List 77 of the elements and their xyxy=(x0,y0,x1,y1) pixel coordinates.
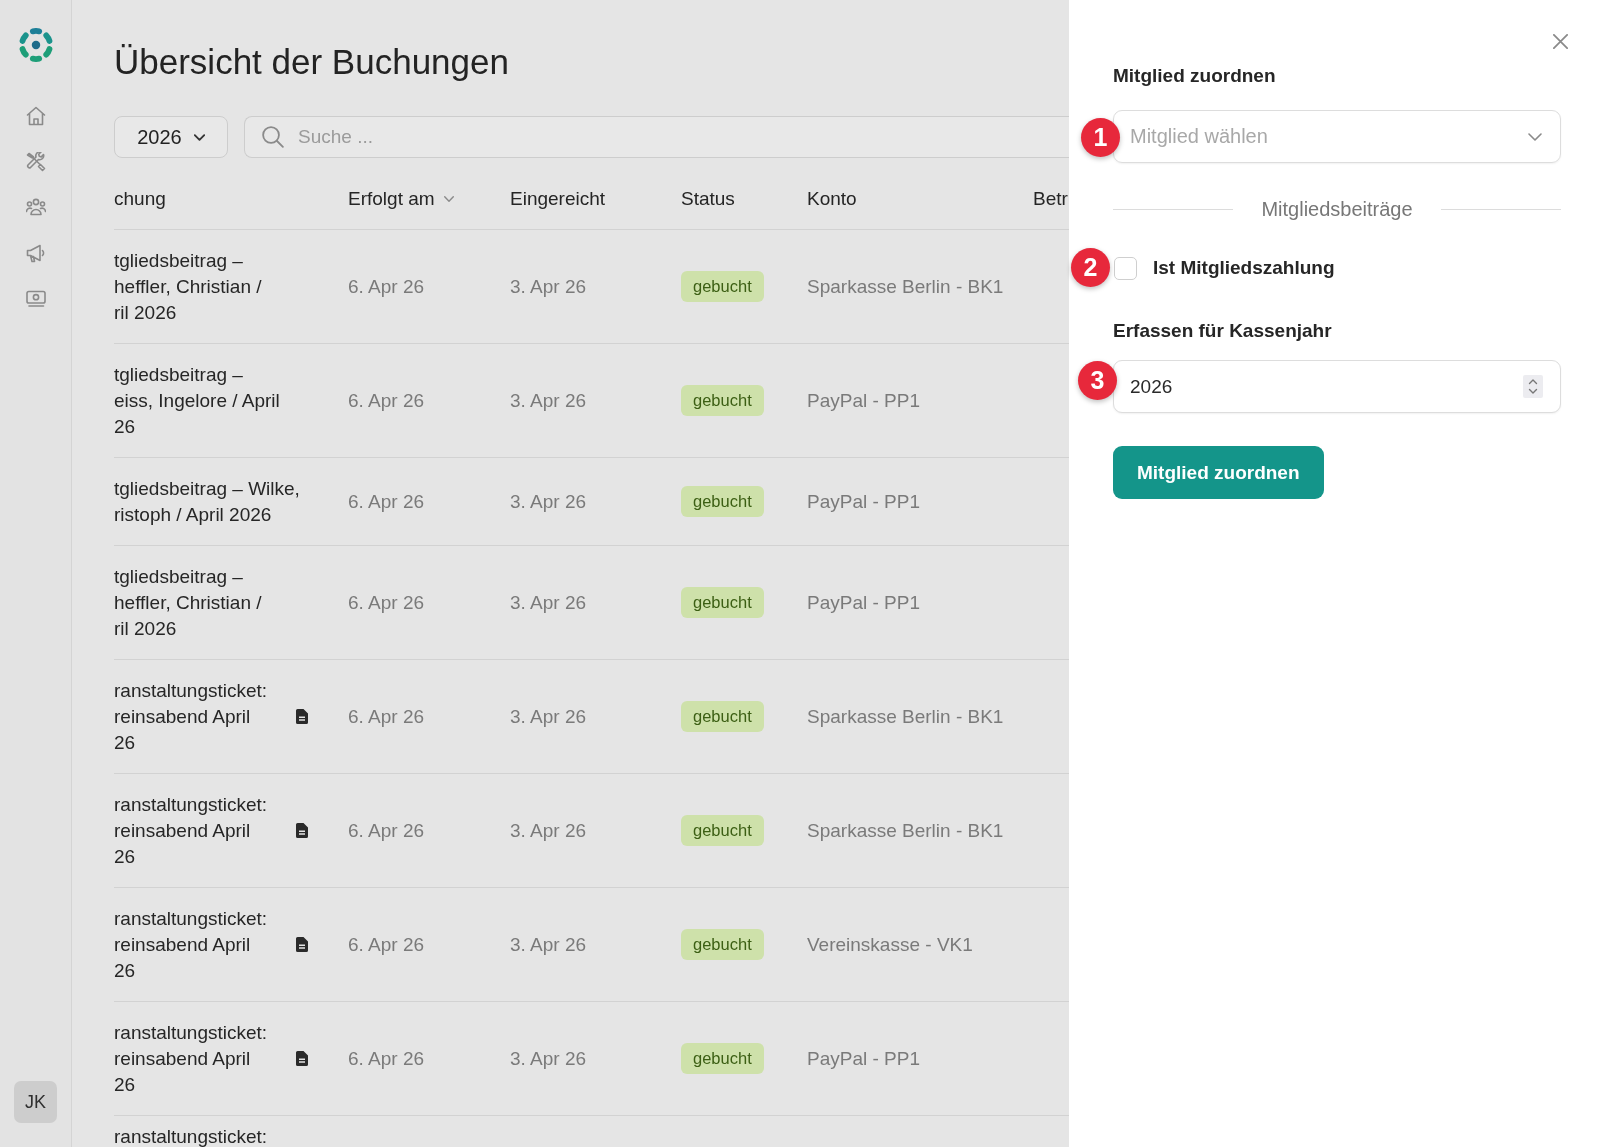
year-input[interactable]: 2026 xyxy=(1113,360,1561,413)
column-header[interactable]: Betr xyxy=(1033,186,1068,212)
submitted-date: 3. Apr 26 xyxy=(510,1046,587,1071)
stepper-icon[interactable] xyxy=(1523,375,1543,398)
wrench-screwdriver-icon[interactable] xyxy=(25,151,46,172)
account-name: Vereinskasse - VK1 xyxy=(807,932,973,957)
search-field[interactable]: Suche ... xyxy=(244,116,1069,158)
panel-heading: Mitglied zuordnen xyxy=(1113,64,1277,88)
account-name: PayPal - PP1 xyxy=(807,1046,920,1071)
document-icon[interactable] xyxy=(296,937,308,952)
status-badge: gebucht xyxy=(681,815,764,846)
chevron-down-icon xyxy=(193,133,205,141)
booked-date: 6. Apr 26 xyxy=(348,274,425,299)
page-title: Übersicht der Buchungen xyxy=(114,42,510,82)
checkbox[interactable] xyxy=(1114,256,1137,280)
submitted-date: 3. Apr 26 xyxy=(510,274,587,299)
status-badge: gebucht xyxy=(681,271,764,302)
booking-title: ranstaltungsticket: reinsabend April 26 xyxy=(114,1020,268,1097)
column-header[interactable]: Konto xyxy=(807,186,857,212)
banknote-icon[interactable] xyxy=(25,288,46,308)
column-header[interactable]: Erfolgt am xyxy=(348,186,435,212)
field-label: Erfassen für Kassenjahr xyxy=(1113,319,1333,343)
account-name: PayPal - PP1 xyxy=(807,590,920,615)
assign-button[interactable]: Mitglied zuordnen xyxy=(1113,446,1324,499)
document-icon[interactable] xyxy=(296,709,308,724)
account-name: Sparkasse Berlin - BK1 xyxy=(807,704,1004,729)
submitted-date: 3. Apr 26 xyxy=(510,590,587,615)
chevron-down-icon[interactable] xyxy=(443,196,454,202)
home-icon[interactable] xyxy=(25,106,46,126)
people-icon[interactable] xyxy=(25,197,46,217)
booked-date: 6. Apr 26 xyxy=(348,818,425,843)
step-marker: 2 xyxy=(1071,248,1110,287)
booked-date: 6. Apr 26 xyxy=(348,704,425,729)
checkbox-label[interactable]: Ist Mitgliedszahlung xyxy=(1153,257,1335,279)
booking-title: ranstaltungsticket: reinsabend April 26 xyxy=(114,678,268,755)
status-badge: gebucht xyxy=(681,486,764,517)
booked-date: 6. Apr 26 xyxy=(348,590,425,615)
section-title: Mitgliedsbeiträge xyxy=(1261,197,1413,221)
column-header[interactable]: chung xyxy=(114,186,166,212)
booking-title: ranstaltungsticket: xyxy=(114,1127,268,1147)
search-icon xyxy=(262,126,284,148)
submitted-date: 3. Apr 26 xyxy=(510,818,587,843)
status-badge: gebucht xyxy=(681,385,764,416)
close-icon[interactable] xyxy=(1553,33,1568,49)
booking-title: ranstaltungsticket: reinsabend April 26 xyxy=(114,792,268,869)
document-icon[interactable] xyxy=(296,823,308,838)
booked-date: 6. Apr 26 xyxy=(348,932,425,957)
booked-date: 6. Apr 26 xyxy=(348,1046,425,1071)
submitted-date: 3. Apr 26 xyxy=(510,489,587,514)
chevron-down-icon xyxy=(1528,132,1542,141)
logo-icon[interactable] xyxy=(18,28,53,62)
status-badge: gebucht xyxy=(681,587,764,618)
step-marker: 3 xyxy=(1078,361,1117,400)
submitted-date: 3. Apr 26 xyxy=(510,932,587,957)
document-icon[interactable] xyxy=(296,1051,308,1066)
status-badge: gebucht xyxy=(681,1043,764,1074)
booked-date: 6. Apr 26 xyxy=(348,388,425,413)
submitted-date: 3. Apr 26 xyxy=(510,704,587,729)
status-badge: gebucht xyxy=(681,701,764,732)
year-dropdown[interactable]: 2026 xyxy=(114,116,228,158)
submitted-date: 3. Apr 26 xyxy=(510,388,587,413)
account-name: PayPal - PP1 xyxy=(807,388,920,413)
account-name: Sparkasse Berlin - BK1 xyxy=(807,274,1004,299)
booking-title: ranstaltungsticket: reinsabend April 26 xyxy=(114,906,268,983)
account-name: PayPal - PP1 xyxy=(807,489,920,514)
booked-date: 6. Apr 26 xyxy=(348,489,425,514)
status-badge: gebucht xyxy=(681,929,764,960)
booking-title: tgliedsbeitrag – eiss, Ingelore / April 26 xyxy=(114,362,280,439)
column-header[interactable]: Eingereicht xyxy=(510,186,606,212)
booking-title: tgliedsbeitrag – Wilke, ristoph / April 2026 xyxy=(114,476,300,527)
megaphone-icon[interactable] xyxy=(25,242,46,263)
account-name: Sparkasse Berlin - BK1 xyxy=(807,818,1004,843)
avatar[interactable]: JK xyxy=(14,1081,57,1123)
step-marker: 1 xyxy=(1081,118,1120,157)
booking-title: tgliedsbeitrag – heffler, Christian / ril 2026 xyxy=(114,564,262,641)
booking-title: tgliedsbeitrag – heffler, Christian / ril 2026 xyxy=(114,248,262,325)
column-header[interactable]: Status xyxy=(681,186,735,212)
